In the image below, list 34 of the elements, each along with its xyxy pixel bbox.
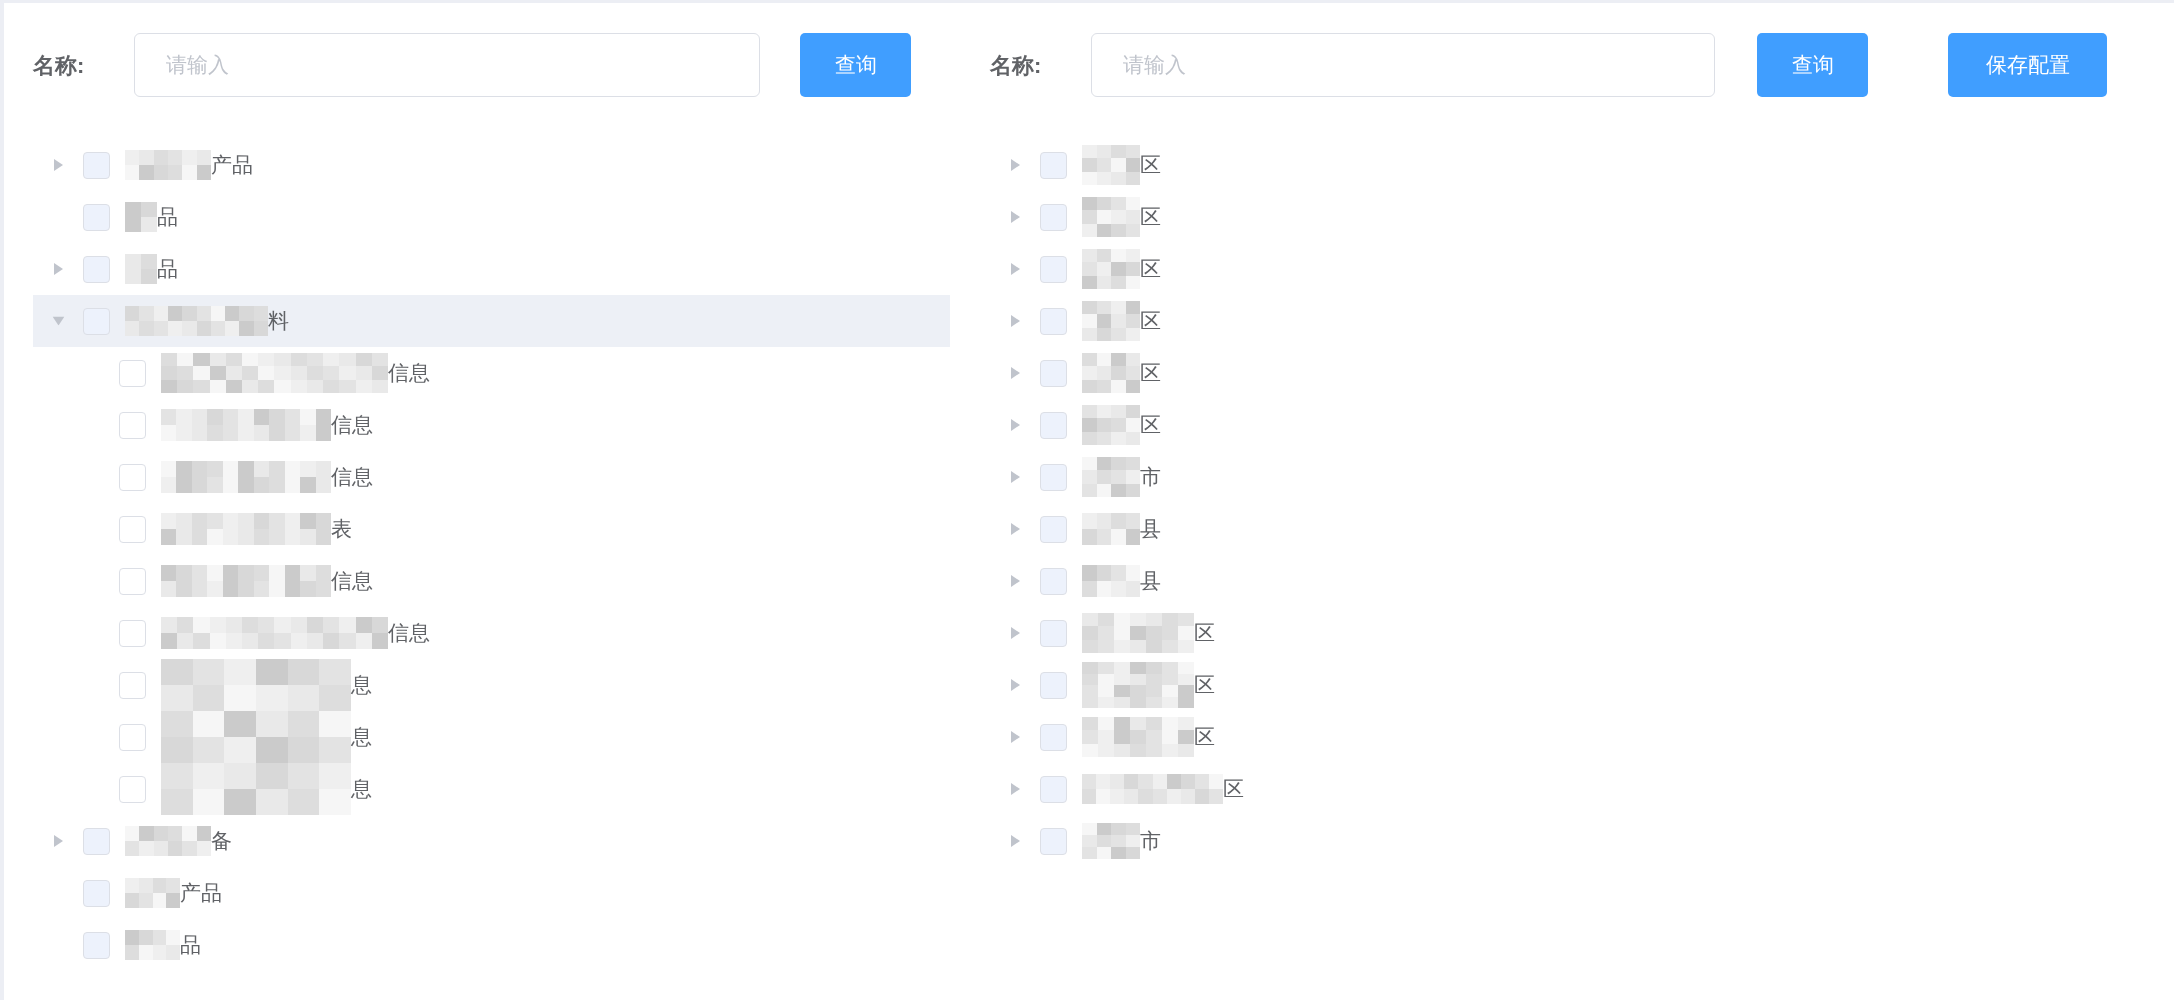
node-label: 表 [331,516,352,542]
search-field[interactable]: 请输入 [1091,33,1715,97]
node-label: 区 [1140,152,1161,178]
node-label: 产品 [211,152,253,178]
node-label: 区 [1194,620,1215,646]
node-label: 信息 [388,620,430,646]
node-label: 信息 [331,412,373,438]
node-label: 区 [1140,204,1161,230]
search-field[interactable]: 请输入 [134,33,760,97]
node-label: 区 [1140,256,1161,282]
node-label: 品 [157,256,178,282]
node-label: 产品 [180,880,222,906]
name-label: 名称: [990,51,1042,80]
name-label: 名称: [33,51,85,80]
node-label: 信息 [331,568,373,594]
node-label: 市 [1140,464,1161,490]
node-label: 县 [1140,516,1161,542]
node-label: 品 [180,932,201,958]
node-label: 品 [157,204,178,230]
node-label: 区 [1194,672,1215,698]
node-label: 息 [351,672,372,698]
node-label: 备 [211,828,232,854]
node-label: 区 [1140,360,1161,386]
node-label: 区 [1223,776,1244,802]
node-label: 料 [268,308,289,334]
node-label: 县 [1140,568,1161,594]
node-label: 区 [1140,308,1161,334]
node-label: 区 [1140,412,1161,438]
node-label: 区 [1194,724,1215,750]
node-label: 信息 [331,464,373,490]
node-label: 息 [351,724,372,750]
node-label: 息 [351,776,372,802]
node-label: 市 [1140,828,1161,854]
node-label: 信息 [388,360,430,386]
